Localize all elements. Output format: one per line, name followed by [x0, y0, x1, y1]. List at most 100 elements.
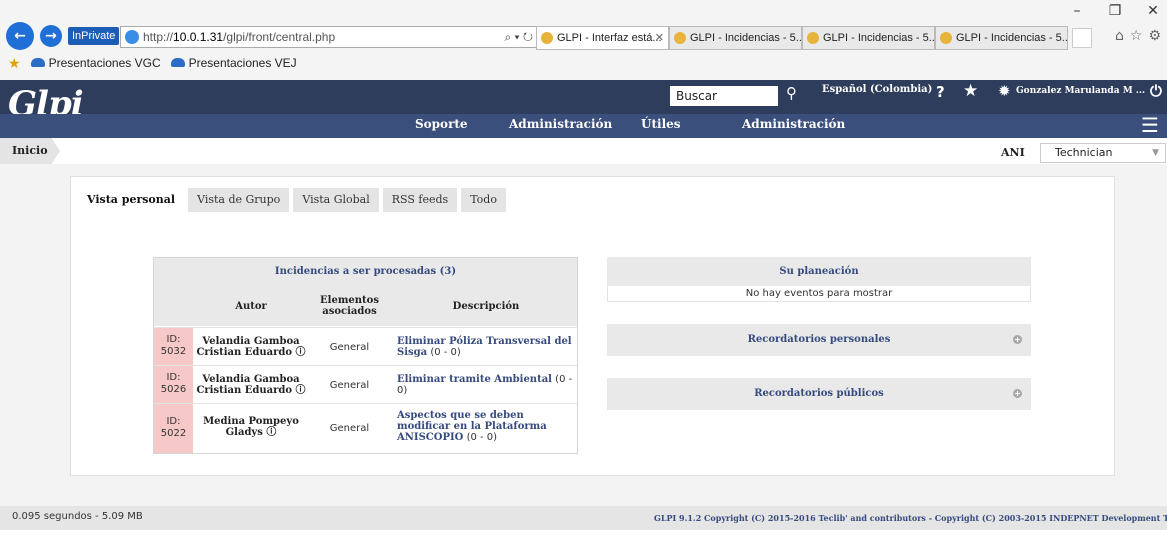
tab-label: GLPI - Incidencias - 5...: [956, 32, 1068, 44]
profile-select[interactable]: Technician ▼: [1040, 143, 1166, 163]
tab-vista-grupo[interactable]: Vista de Grupo: [188, 188, 290, 212]
planning-title[interactable]: Su planeación: [607, 257, 1031, 286]
back-button[interactable]: ←: [6, 22, 34, 50]
author-line1: Medina Pompeyo: [203, 416, 299, 427]
minimize-icon[interactable]: –: [1069, 0, 1085, 22]
favorites-bar: ★ Presentaciones VGC Presentaciones VEJ: [0, 52, 1167, 74]
ticket-link[interactable]: Eliminar Póliza Transversal del Sisga: [397, 336, 572, 358]
restore-icon[interactable]: ❐: [1107, 0, 1123, 22]
power-icon[interactable]: ⏻: [1150, 82, 1162, 100]
info-icon[interactable]: ⓘ: [296, 347, 306, 358]
cloud-icon: [170, 58, 185, 67]
author-line1: Velandia Gamboa: [202, 374, 300, 385]
close-icon[interactable]: ✕: [1145, 0, 1161, 22]
menu-administracion[interactable]: Administración: [509, 117, 612, 131]
menu-administracion-2[interactable]: Administración: [742, 117, 845, 131]
ie-icon: [125, 30, 139, 44]
close-tab-icon[interactable]: ✕: [655, 27, 664, 49]
tab-label: GLPI - Incidencias - 5...: [823, 32, 935, 44]
menu-soporte[interactable]: Soporte: [415, 117, 468, 131]
ticket-id-label: ID:: [166, 416, 181, 427]
browser-tab[interactable]: GLPI - Incidencias - 5...: [935, 26, 1068, 50]
personal-reminders-title[interactable]: Recordatorios personales: [607, 324, 1031, 356]
settings-icon[interactable]: ⚙: [1148, 28, 1161, 44]
browser-tab[interactable]: GLPI - Interfaz está... ✕: [536, 26, 669, 50]
bookmark-star-icon[interactable]: ★: [963, 81, 978, 101]
add-personal-reminder-icon[interactable]: +: [1013, 335, 1022, 344]
favorite-label: Presentaciones VGC: [48, 56, 161, 70]
tab-label: GLPI - Interfaz está...: [557, 32, 662, 44]
column-elementos-line1: Elementos: [320, 295, 379, 306]
tab-rss-feeds[interactable]: RSS feeds: [382, 188, 458, 212]
ticket-link[interactable]: Eliminar tramite Ambiental: [397, 374, 552, 385]
tab-vista-global[interactable]: Vista Global: [293, 188, 379, 212]
ticket-author[interactable]: Medina Pompeyo Gladys ⓘ: [195, 416, 307, 438]
column-elementos-line2: asociados: [322, 306, 377, 317]
help-icon[interactable]: ?: [936, 83, 945, 101]
breadcrumb[interactable]: Inicio: [0, 138, 60, 164]
column-elementos: Elementos asociados: [312, 295, 387, 317]
inprivate-badge: InPrivate: [68, 27, 120, 45]
ie-icon: [674, 32, 686, 44]
gear-icon[interactable]: ✹: [998, 82, 1011, 100]
add-public-reminder-icon[interactable]: +: [1013, 389, 1022, 398]
table-row: ID: 5022 Medina Pompeyo Gladys ⓘ General A…: [154, 403, 577, 453]
breadcrumb-bar: [0, 138, 1167, 164]
ticket-count: (0 - 0): [466, 432, 498, 443]
personal-reminders-block: Recordatorios personales +: [607, 324, 1031, 356]
address-bar[interactable]: http://10.0.1.31/glpi/front/central.php …: [120, 26, 540, 48]
info-icon[interactable]: ⓘ: [266, 427, 276, 438]
info-icon[interactable]: ⓘ: [296, 385, 306, 396]
ticket-description: Eliminar tramite Ambiental (0 - 0): [397, 374, 575, 396]
favorite-label: Presentaciones VEJ: [188, 56, 297, 70]
address-tools[interactable]: ⌕ ▾ ↻: [504, 27, 533, 47]
url-text: http://10.0.1.31/glpi/front/central.php: [143, 30, 335, 44]
ticket-author[interactable]: Velandia Gamboa Cristian Eduardo ⓘ: [195, 374, 307, 396]
browser-tools: ⌂ ☆ ⚙: [1115, 28, 1161, 44]
language-link[interactable]: Español (Colombia): [822, 84, 932, 95]
url-prefix: http://: [143, 30, 174, 44]
footer-timing: 0.095 segundos - 5.09 MB: [12, 511, 143, 522]
ticket-elements: General: [329, 342, 370, 353]
column-autor: Autor: [235, 301, 267, 312]
favorites-icon[interactable]: ☆: [1130, 28, 1143, 44]
search-input[interactable]: Buscar: [670, 86, 778, 106]
menu-utiles[interactable]: Útiles: [641, 117, 681, 131]
planning-block: Su planeación: [607, 257, 1031, 286]
ticket-id-label: ID:: [166, 334, 181, 345]
window-controls: – ❐ ✕: [1069, 0, 1161, 22]
tab-strip: GLPI - Interfaz está... ✕ GLPI - Incidenc…: [536, 26, 1092, 50]
home-icon[interactable]: ⌂: [1115, 28, 1124, 44]
footer-copyright[interactable]: GLPI 9.1.2 Copyright (C) 2015-2016 Tecli…: [654, 513, 1167, 523]
tab-todo[interactable]: Todo: [461, 188, 506, 212]
ticket-author[interactable]: Velandia Gamboa Cristian Eduardo ⓘ: [195, 336, 307, 358]
browser-tab[interactable]: GLPI - Incidencias - 5...: [802, 26, 935, 50]
tab-vista-personal[interactable]: Vista personal: [78, 188, 185, 212]
search-icon[interactable]: ⚲: [786, 84, 797, 102]
tickets-table-title[interactable]: Incidencias a ser procesadas (3): [154, 258, 577, 286]
ticket-elements: General: [329, 423, 370, 434]
new-tab-button[interactable]: [1072, 28, 1092, 48]
ticket-id-value: 5032: [160, 346, 187, 357]
author-line2: Gladys: [225, 427, 263, 438]
ticket-count: (0 - 0): [430, 347, 461, 358]
user-menu[interactable]: Gonzalez Marulanda M ...: [1016, 86, 1145, 96]
ticket-id-value: 5022: [160, 428, 187, 439]
arrow-right-icon: →: [45, 28, 57, 44]
author-line2: Cristian Eduardo: [196, 347, 293, 358]
url-host: 10.0.1.31: [173, 30, 224, 44]
forward-button[interactable]: →: [40, 25, 62, 47]
table-row: ID: 5032 Velandia Gamboa Cristian Eduardo …: [154, 327, 577, 365]
browser-tab[interactable]: GLPI - Incidencias - 5...: [669, 26, 802, 50]
favorites-star-icon[interactable]: ★: [8, 55, 21, 72]
ticket-elements: General: [329, 380, 370, 391]
favorite-link[interactable]: Presentaciones VEJ: [170, 56, 297, 70]
table-row: ID: 5026 Velandia Gamboa Cristian Eduardo …: [154, 365, 577, 403]
ticket-id-label: ID:: [166, 372, 181, 383]
profile-value: Technician: [1055, 146, 1113, 159]
navigation-row: ← → InPrivate http://10.0.1.31/glpi/fron…: [0, 22, 1167, 52]
public-reminders-title[interactable]: Recordatorios públicos: [607, 378, 1031, 410]
hamburger-icon[interactable]: ☰: [1141, 113, 1159, 137]
favorite-link[interactable]: Presentaciones VGC: [30, 56, 161, 70]
ie-icon: [940, 32, 952, 44]
